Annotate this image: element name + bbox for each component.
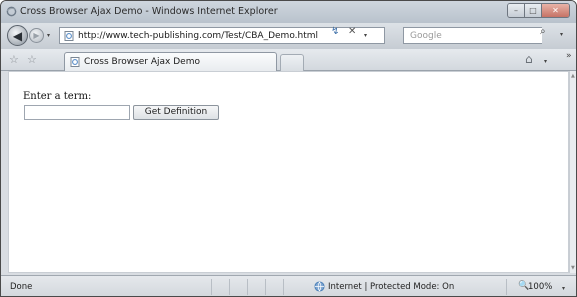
home-dropdown[interactable]: ▾ (544, 58, 547, 65)
search-icon[interactable]: ⌕ (540, 26, 546, 37)
maximize-button[interactable]: □ (525, 4, 542, 17)
page-content: Enter a term: Get Definition (8, 71, 569, 273)
get-definition-button[interactable]: Get Definition (133, 105, 219, 120)
address-toolbar: ◀ ▶ ▾ http://www.tech-publishing.com/Tes… (1, 23, 576, 49)
back-button[interactable]: ◀ (7, 25, 28, 46)
window-controls: – □ ✕ (507, 3, 570, 18)
recent-pages-dropdown[interactable]: ▾ (47, 32, 50, 39)
scroll-up-arrow-icon[interactable]: ▲ (571, 73, 575, 79)
status-bar: Done Internet | Protected Mode: On 🔍 100… (1, 275, 576, 296)
ie-logo-icon (6, 6, 17, 17)
status-text: Done (10, 282, 33, 292)
status-panes (211, 279, 301, 295)
vertical-scrollbar[interactable]: ▲ ▼ (569, 71, 576, 273)
security-zone[interactable]: Internet | Protected Mode: On (328, 282, 454, 292)
home-icon[interactable]: ⌂ (525, 52, 533, 66)
address-dropdown[interactable]: ▾ (364, 32, 367, 39)
tab-title: Cross Browser Ajax Demo (84, 57, 200, 67)
page-icon (64, 31, 74, 41)
title-bar: Cross Browser Ajax Demo - Windows Intern… (1, 1, 576, 23)
globe-icon (314, 281, 325, 292)
search-placeholder: Google (410, 31, 442, 41)
tab-toolbar: ☆ ☆ Cross Browser Ajax Demo ⌂ ▾ » (1, 49, 576, 71)
scroll-down-arrow-icon[interactable]: ▼ (571, 265, 575, 271)
search-options-dropdown[interactable]: ▾ (560, 31, 563, 38)
search-box[interactable]: Google (403, 27, 542, 44)
window-title: Cross Browser Ajax Demo - Windows Intern… (20, 6, 278, 17)
add-favorites-icon[interactable]: ☆ (27, 53, 37, 66)
address-url: http://www.tech-publishing.com/Test/CBA_… (78, 31, 319, 41)
forward-button[interactable]: ▶ (29, 28, 44, 43)
stop-button[interactable]: ✕ (348, 26, 356, 37)
minimize-button[interactable]: – (508, 4, 525, 17)
refresh-button[interactable]: ↯ (331, 26, 339, 37)
term-input[interactable] (24, 105, 130, 120)
toolbar-more-icon[interactable]: » (566, 51, 572, 61)
browser-window: Cross Browser Ajax Demo - Windows Intern… (0, 0, 577, 297)
new-tab-button[interactable] (280, 54, 304, 71)
zoom-level[interactable]: 100% (528, 282, 552, 292)
favorites-center-icon[interactable]: ☆ (9, 53, 19, 66)
close-button[interactable]: ✕ (542, 4, 569, 17)
zoom-dropdown[interactable]: ▾ (562, 285, 565, 292)
term-label: Enter a term: (23, 91, 92, 102)
tab-page-icon (70, 57, 80, 67)
tab-current[interactable]: Cross Browser Ajax Demo (64, 52, 277, 71)
status-divider (506, 279, 507, 295)
